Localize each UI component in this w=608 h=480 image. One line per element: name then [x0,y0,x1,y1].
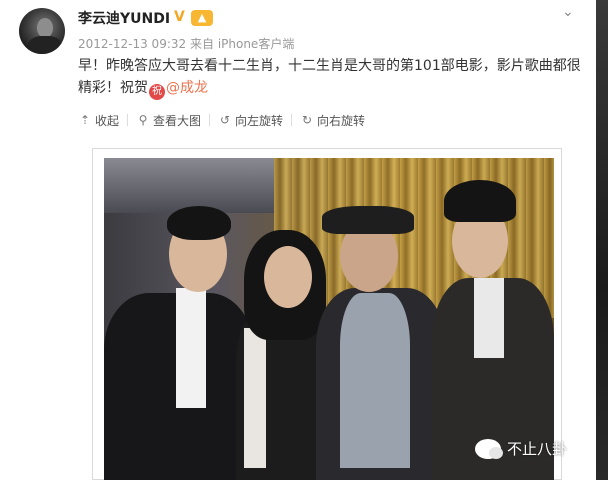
photo-ceiling [104,158,274,213]
image-toolbar: ⇡ 收起 ⚲ 查看大图 ↺ 向左旋转 ↻ 向右旋转 [78,110,365,130]
user-name[interactable]: 李云迪YUNDI [78,8,170,28]
wechat-icon [475,438,503,459]
watermark-text: 不止八卦 [507,440,568,458]
rotate-right-button[interactable]: ↻ 向右旋转 [300,112,365,129]
avatar-body [28,36,62,54]
celebrate-icon: 祝 [149,84,165,100]
source-client[interactable]: iPhone客户端 [218,37,295,51]
arrow-up-icon: ⇡ [79,113,91,127]
collapse-button[interactable]: ⇡ 收起 [78,112,119,129]
divider [291,114,293,126]
avatar-face [37,18,53,38]
magnifier-icon: ⚲ [138,113,148,127]
post-text: 早！昨晚答应大哥去看十二生肖，十二生肖是大哥的第101部电影，影片歌曲都很精彩！… [78,55,588,100]
source-prefix: 来自 [189,37,214,51]
collapse-label: 收起 [95,113,120,128]
rotate-left-button[interactable]: ↺ 向左旋转 [218,112,283,129]
rotate-right-label: 向右旋转 [317,113,366,128]
member-badge-icon[interactable]: ▲ [191,10,213,26]
chevron-down-icon[interactable]: ⌄ [562,4,574,20]
right-edge-strip [596,0,608,480]
post-meta: 2012-12-13 09:32 来自 iPhone客户端 [78,35,294,52]
rotate-left-label: 向左旋转 [235,113,284,128]
watermark: 不止八卦 [475,438,567,459]
post-photo[interactable] [104,158,554,480]
avatar[interactable] [19,8,65,54]
timestamp[interactable]: 2012-12-13 09:32 [78,37,186,51]
divider [127,114,129,126]
view-large-button[interactable]: ⚲ 查看大图 [136,112,201,129]
view-large-label: 查看大图 [153,113,202,128]
verified-icon: V [174,9,185,25]
mention-link[interactable]: @成龙 [166,80,208,96]
rotate-right-icon: ↻ [302,113,313,127]
divider [209,114,211,126]
rotate-left-icon: ↺ [220,113,231,127]
